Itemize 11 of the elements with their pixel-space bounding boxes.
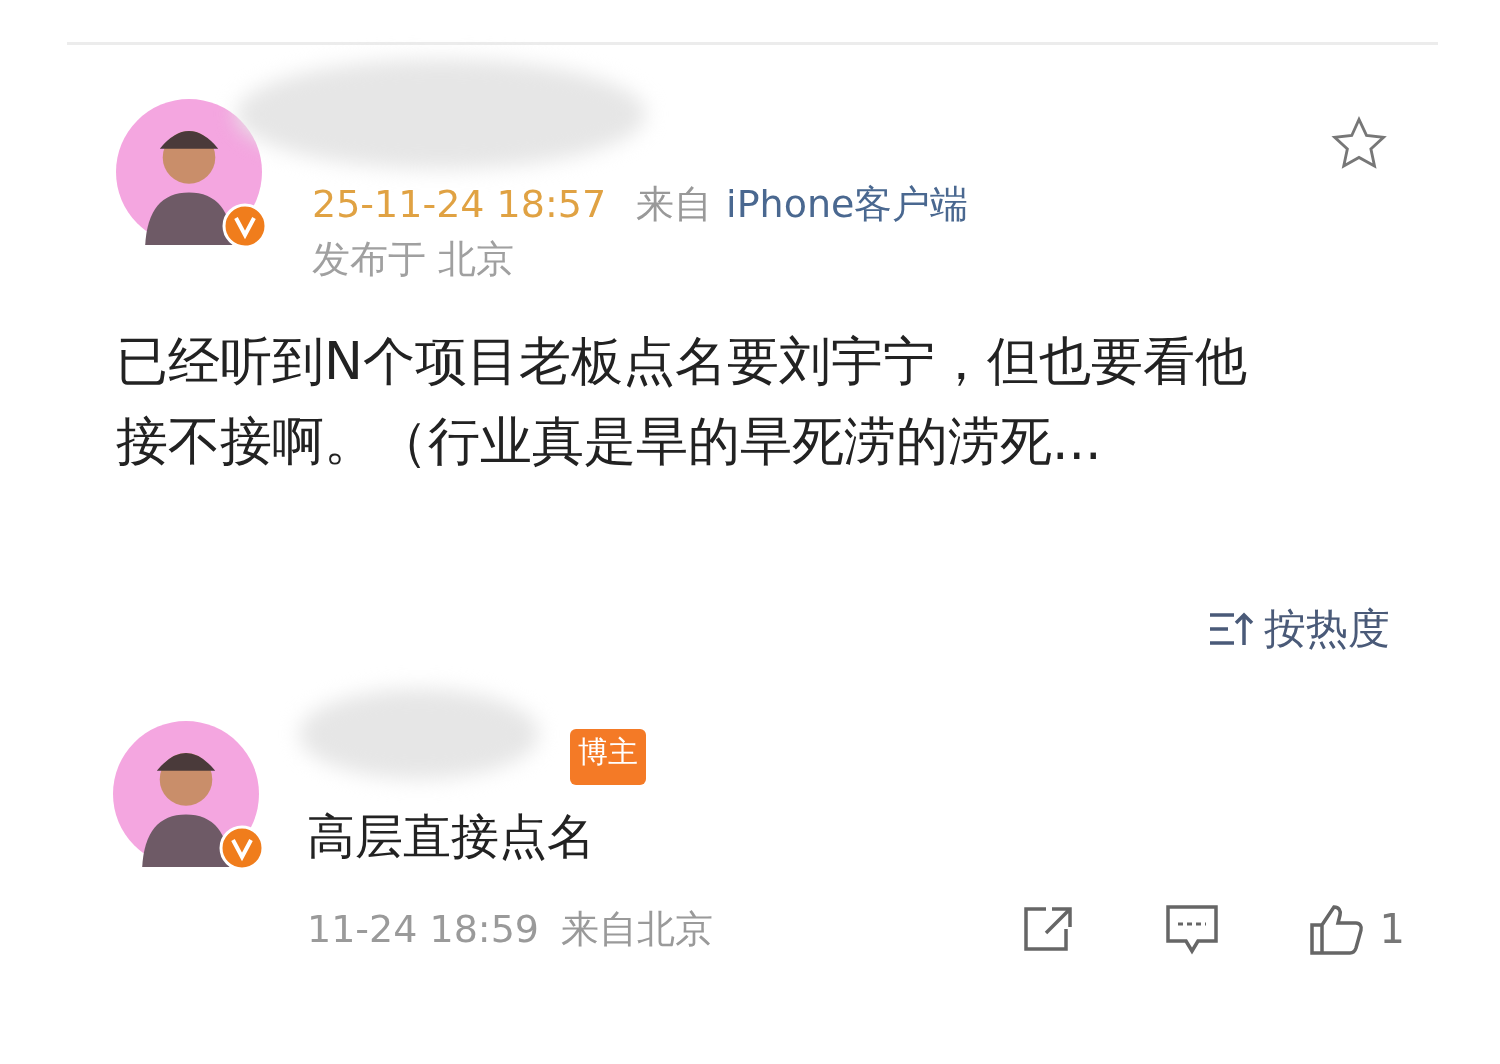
like-count: 1 bbox=[1379, 906, 1405, 952]
post-text: 已经听到N个项目老板点名要刘宇宁，但也要看他接不接啊。（行业真是旱的旱死涝的涝死... bbox=[116, 330, 1248, 473]
comment-text: 高层直接点名 bbox=[307, 807, 596, 866]
author-tag: 博主 bbox=[570, 729, 646, 785]
comment-time: 11-24 18:59 bbox=[307, 907, 539, 951]
source-link[interactable]: iPhone客户端 bbox=[726, 179, 969, 230]
sort-button[interactable]: 按热度 bbox=[1264, 601, 1390, 657]
source-prefix: 来自 bbox=[636, 181, 713, 228]
post-location: 发布于 北京 bbox=[312, 236, 516, 283]
post-time: 25-11-24 18:57 bbox=[312, 182, 607, 226]
comment-location: 来自北京 bbox=[561, 905, 713, 953]
